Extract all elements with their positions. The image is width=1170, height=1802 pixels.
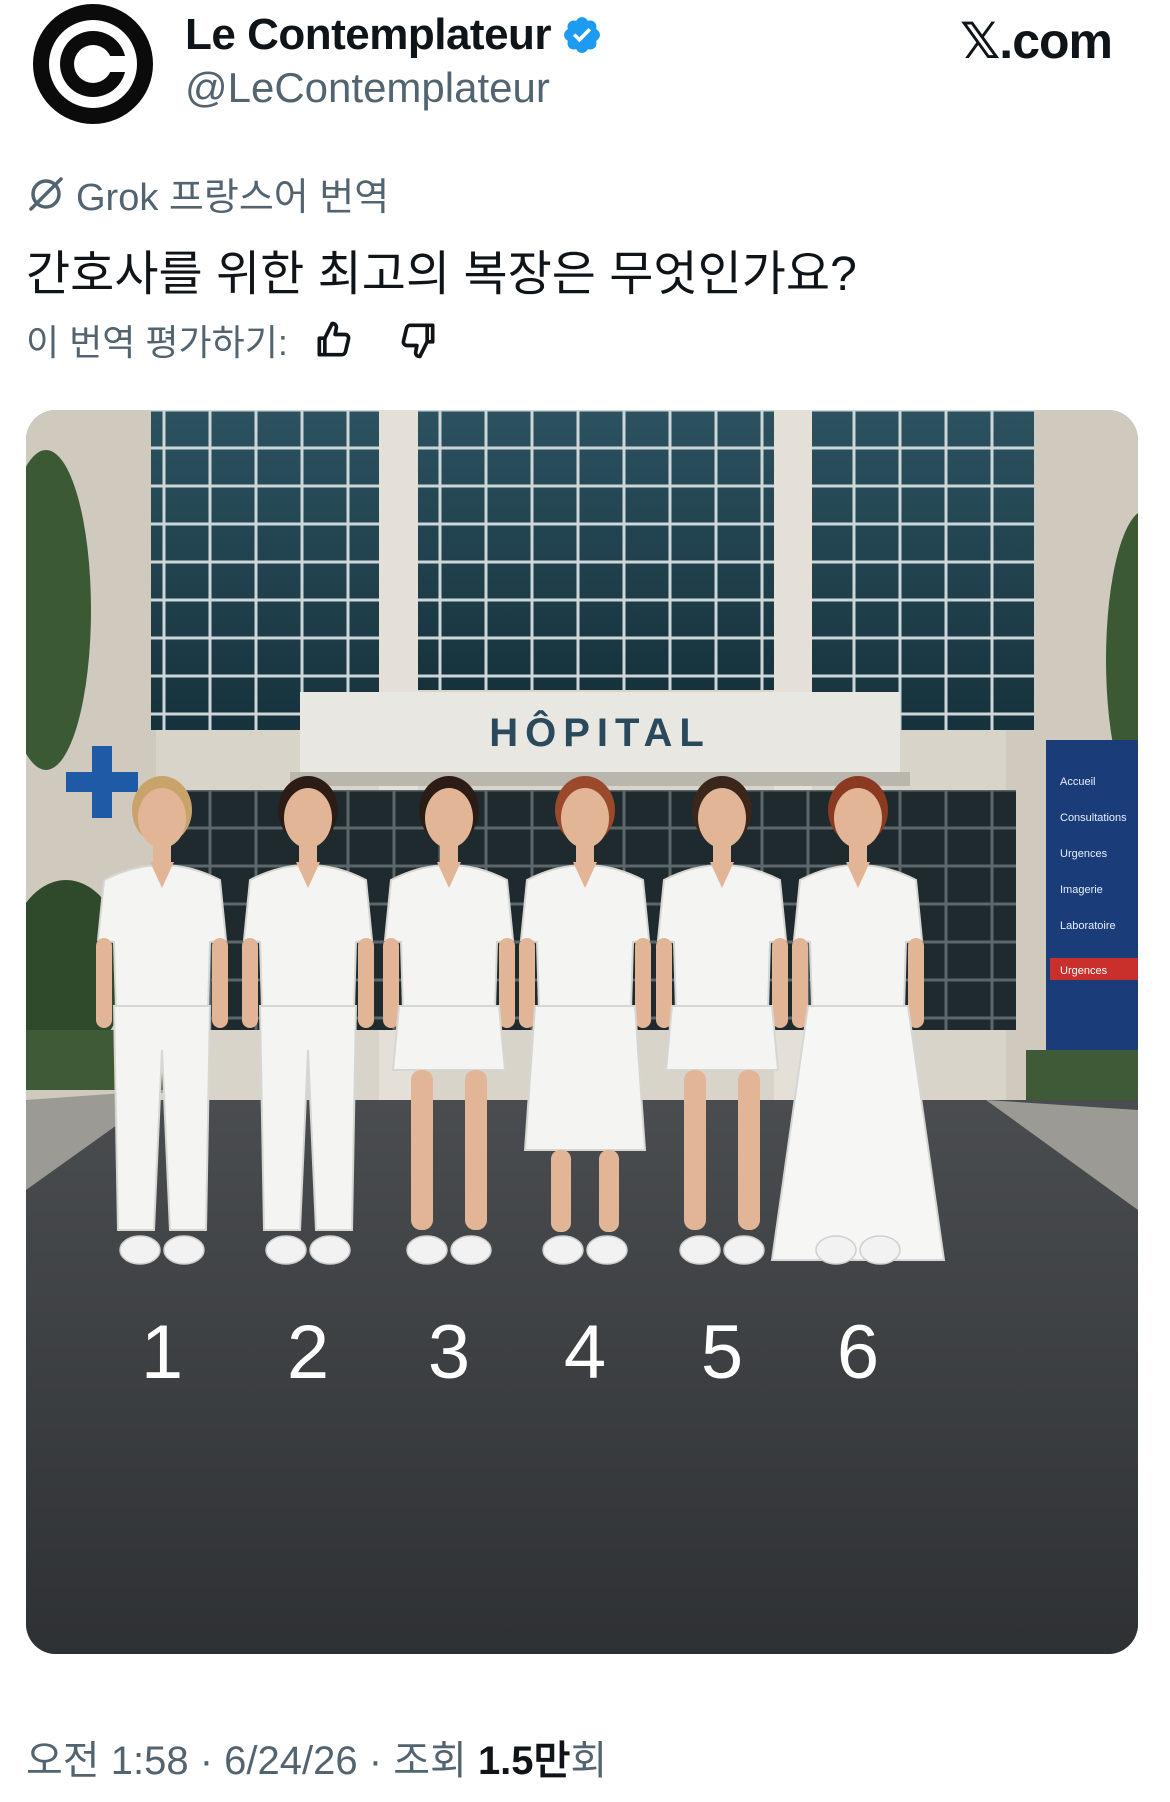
outfit-number: 4 [564,1310,606,1395]
user-handle[interactable]: @LeContemplateur [185,64,550,112]
translation-rating: 이 번역 평가하기: [26,314,442,366]
outfit-number: 6 [837,1310,879,1395]
post-image[interactable]: HÔPITAL Accueil Consultations Urgences I… [26,410,1138,1654]
post-meta: 오전 1:58 · 6/24/26 · 조회 1.5만회 [26,1728,607,1786]
post-time[interactable]: 오전 1:58 [26,1739,189,1783]
outfit-number: 5 [701,1310,743,1395]
directory-item: Urgences [1060,848,1108,860]
meta-separator: · [199,1739,214,1783]
thumbs-up-button[interactable] [310,316,358,364]
outfit-number: 1 [141,1310,183,1395]
thumbs-down-icon [401,323,435,359]
tweet-text: 간호사를 위한 최고의 복장은 무엇인가요? [26,248,857,301]
views-suffix: 회 [570,1739,608,1783]
thumbs-down-button[interactable] [394,316,442,364]
hospital-sign-text: HÔPITAL [489,709,711,755]
directory-item: Accueil [1060,776,1095,788]
display-name[interactable]: Le Contemplateur [185,10,603,60]
meta-separator: · [368,1739,383,1783]
translation-label: Grok 프랑스어 번역 [26,166,389,221]
directory-exit: Urgences [1060,965,1108,977]
views-label: 조회 [393,1739,467,1783]
thumbs-up-icon [317,321,351,357]
rating-label: 이 번역 평가하기: [26,322,288,363]
display-name-text: Le Contemplateur [185,10,552,59]
directory-item: Imagerie [1060,884,1103,896]
copyright-logo-icon [33,4,153,124]
directory-item: Consultations [1060,812,1127,824]
post-date[interactable]: 6/24/26 [224,1739,357,1783]
views-count: 1.5만 [477,1739,571,1783]
verified-badge-icon [564,17,600,53]
hospital-nurses-illustration: HÔPITAL Accueil Consultations Urgences I… [26,410,1138,1654]
outfit-number: 2 [287,1310,329,1395]
avatar[interactable] [26,0,160,128]
outfit-number: 3 [428,1310,470,1395]
brand-watermark: 𝕏.com [960,13,1113,69]
translation-label-text: Grok 프랑스어 번역 [76,177,390,219]
directory-item: Laboratoire [1060,920,1116,932]
grok-icon [29,176,63,211]
